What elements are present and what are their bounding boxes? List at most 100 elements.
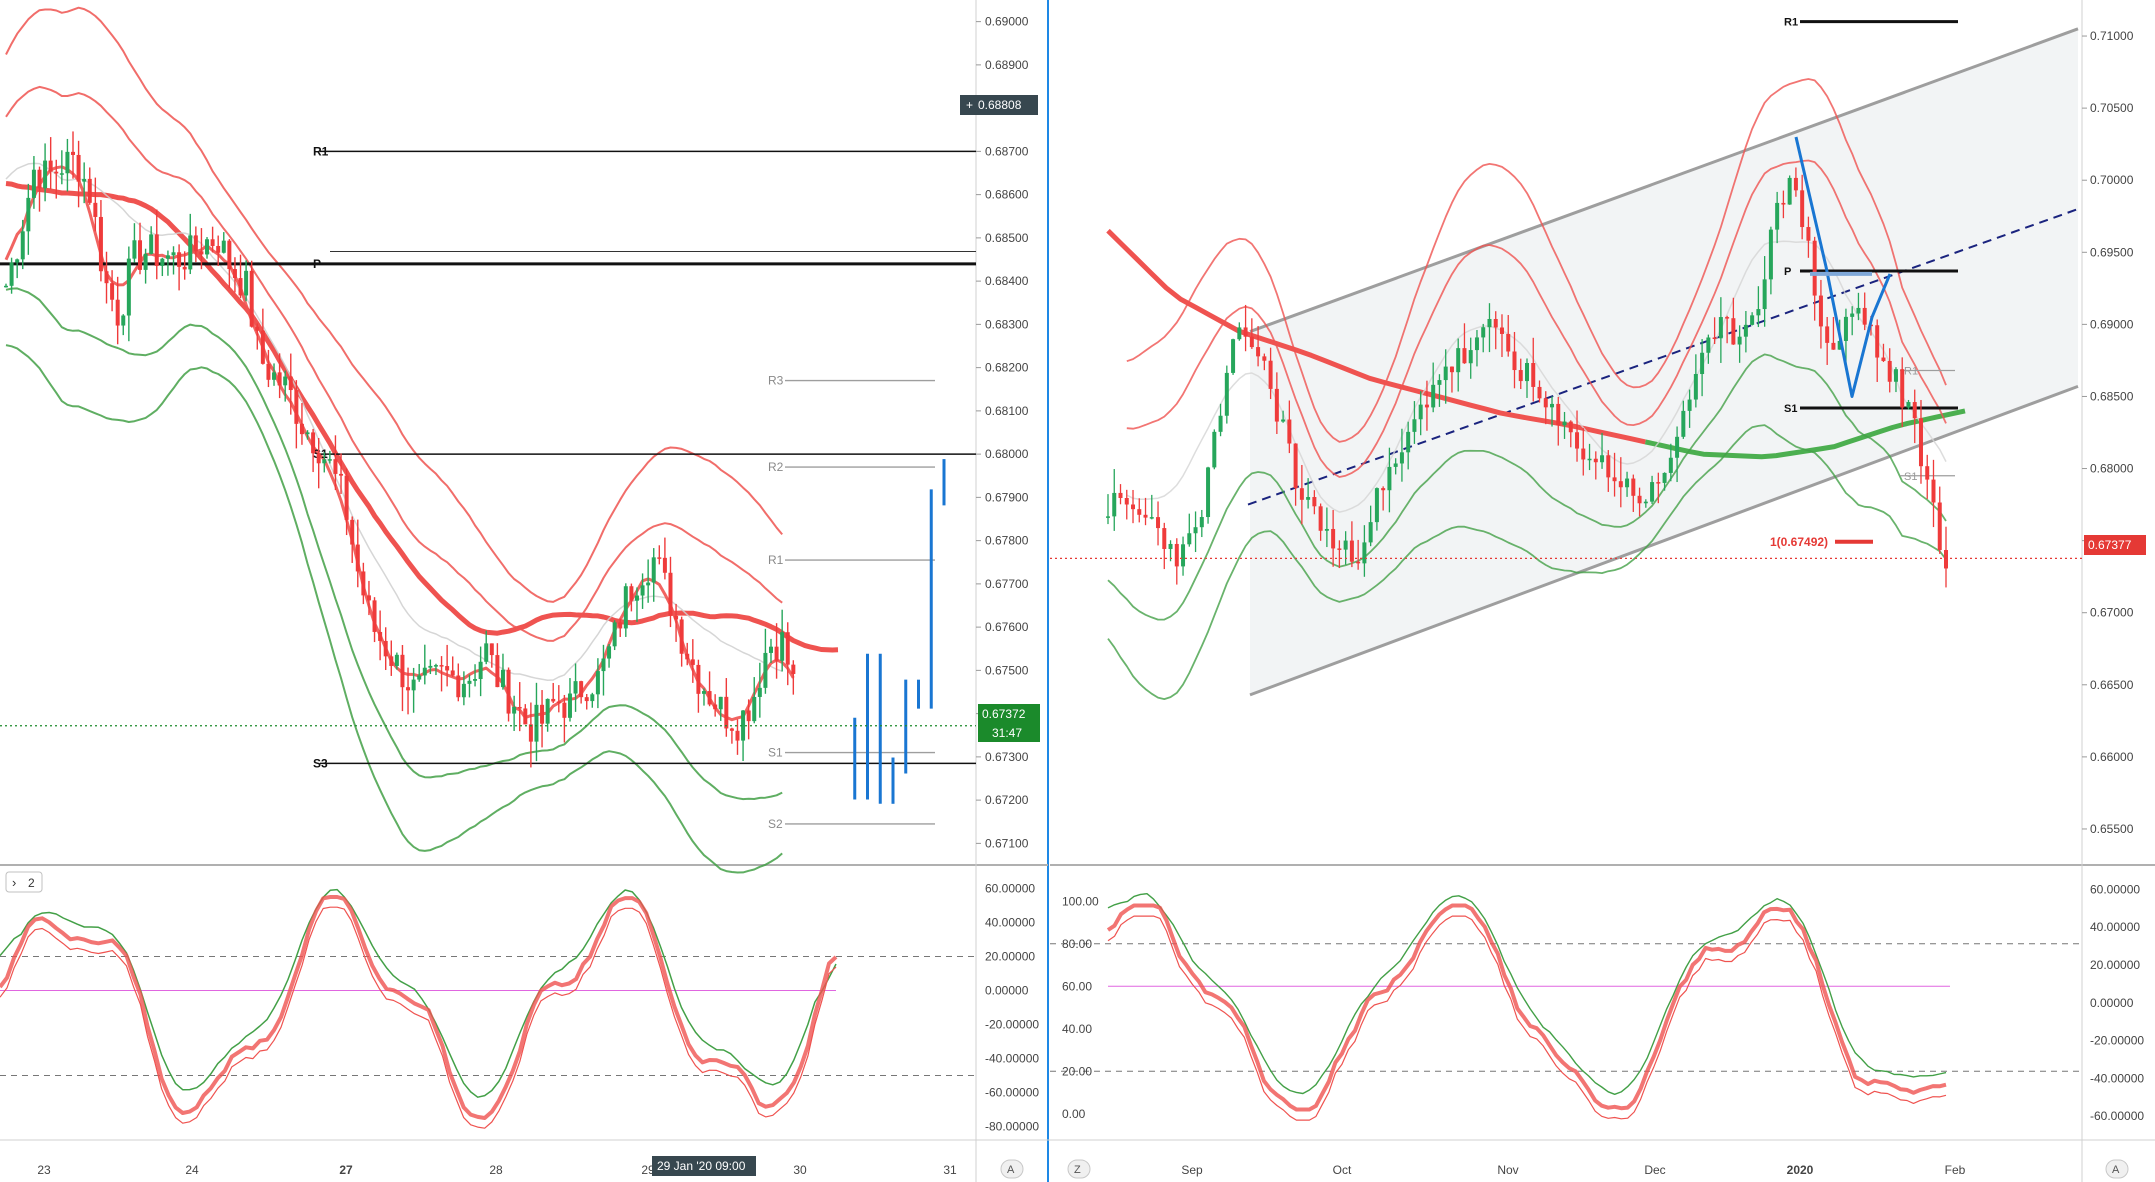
candle-body: [1356, 561, 1361, 564]
candle-body: [735, 730, 740, 741]
candle-body: [238, 278, 243, 296]
candle-body: [76, 154, 81, 182]
auto-scale-button-right[interactable]: A: [2105, 1159, 2129, 1179]
candle-body: [1650, 482, 1655, 502]
candle-body: [545, 698, 550, 724]
pivot-level-label: P: [313, 257, 321, 271]
candle-body: [433, 665, 438, 667]
candle-body: [20, 231, 25, 260]
candle-body: [1581, 448, 1586, 460]
price-axis-label: 0.68500: [2090, 389, 2134, 403]
zoom-button[interactable]: Z: [1067, 1159, 1091, 1179]
candle-body: [1944, 550, 1948, 569]
candle-body: [651, 557, 656, 583]
price-axis-label: 0.68400: [985, 274, 1029, 288]
candle-body: [696, 664, 701, 694]
candle-body: [1406, 431, 1411, 453]
candle-body: [612, 622, 617, 647]
candle-body: [623, 586, 628, 629]
candle-body: [182, 266, 187, 270]
candle-body: [1556, 403, 1561, 426]
candle-body: [1637, 495, 1642, 504]
pivot-level-label: R1: [1784, 17, 1798, 29]
candle-body: [662, 557, 667, 573]
candle-body: [1912, 402, 1917, 419]
price-axis-label: 0.67000: [2090, 606, 2134, 620]
candle-body: [1112, 492, 1117, 517]
candle-body: [1562, 421, 1567, 426]
candle-body: [1787, 177, 1792, 205]
candle-body: [1212, 431, 1217, 468]
candle-body: [26, 197, 31, 232]
price-axis-label: 0.68300: [985, 317, 1029, 331]
price-axis-label: 0.66000: [2090, 750, 2134, 764]
candle-body: [562, 702, 567, 718]
candle-body: [1174, 543, 1179, 567]
candle-body: [1487, 318, 1492, 328]
candle-body: [618, 622, 623, 629]
target-label: 1(0.67492): [1770, 535, 1828, 549]
candle-body: [1668, 457, 1673, 473]
candle: [1224, 365, 1229, 424]
candle-body: [110, 283, 115, 300]
auto-scale-button-left[interactable]: A: [1000, 1159, 1024, 1179]
candle-body: [1506, 333, 1511, 352]
candle: [1212, 429, 1217, 470]
candle-body: [590, 694, 595, 702]
osc-axis-label: 60.00000: [2090, 882, 2140, 896]
stoch-left-axis-label: 20.00: [1062, 1064, 1092, 1078]
candle-body: [1268, 360, 1273, 389]
candle-body: [1625, 478, 1630, 488]
candle-body: [394, 654, 399, 666]
price-axis-label: 0.68000: [985, 447, 1029, 461]
candle-body: [1693, 374, 1698, 400]
osc-axis-label: 60.00000: [985, 882, 1035, 896]
candle-body: [1600, 455, 1605, 463]
left-last-price-tag: 0.67372 31:47: [978, 704, 1040, 742]
left-indicator-badge[interactable]: › 2: [5, 871, 43, 893]
osc-axis-label: -40.00000: [2090, 1071, 2144, 1085]
candle-body: [1831, 342, 1836, 350]
candle-body: [311, 432, 316, 454]
osc-axis-label: 20.00000: [985, 950, 1035, 964]
candle-body: [724, 696, 729, 729]
price-axis-label: 0.70000: [2090, 173, 2134, 187]
candle-body: [1131, 504, 1136, 510]
candle-body: [1862, 307, 1867, 325]
candle-body: [718, 696, 723, 710]
candle-body: [121, 315, 126, 326]
candle-body: [1518, 370, 1523, 382]
price-axis-label: 0.68000: [2090, 462, 2134, 476]
candle-body: [406, 687, 411, 691]
candle-body: [556, 701, 561, 703]
time-axis-label: Feb: [1945, 1163, 1966, 1177]
candle-body: [48, 160, 53, 172]
candle-body: [500, 669, 505, 688]
chart-canvas[interactable]: R1PS1S3R3R2R1S1S2 R1PS1R1S11(0.67492) 0.…: [0, 0, 2155, 1182]
candle-body: [1750, 315, 1755, 325]
candle-body: [646, 582, 651, 586]
svg-text:29 Jan '20 09:00: 29 Jan '20 09:00: [657, 1159, 746, 1173]
candle-body: [701, 691, 706, 694]
stoch-left-axis-label: 0.00: [1062, 1107, 1086, 1121]
price-axis-label: 0.68900: [985, 58, 1029, 72]
stoch-left-axis-label: 100.00: [1062, 894, 1099, 908]
candle-body: [350, 519, 355, 545]
candle-body: [1393, 463, 1398, 467]
candle-body: [65, 151, 70, 174]
candle-body: [506, 669, 511, 714]
pivot-level-label: R1: [313, 144, 329, 158]
candle-body: [1568, 421, 1573, 433]
candle-body: [1662, 472, 1667, 483]
candle-body: [634, 595, 639, 601]
candle-body: [573, 681, 578, 694]
osc-axis-label: -20.00000: [2090, 1034, 2144, 1048]
time-axis-label: 30: [793, 1163, 807, 1177]
candle-body: [1331, 528, 1336, 549]
candle-body: [221, 240, 226, 253]
candle-body: [1800, 190, 1805, 228]
candle-body: [1443, 366, 1448, 381]
price-axis-label: 0.68200: [985, 361, 1029, 375]
candle-body: [640, 585, 645, 596]
pivot-level-label: R1: [1904, 366, 1918, 378]
